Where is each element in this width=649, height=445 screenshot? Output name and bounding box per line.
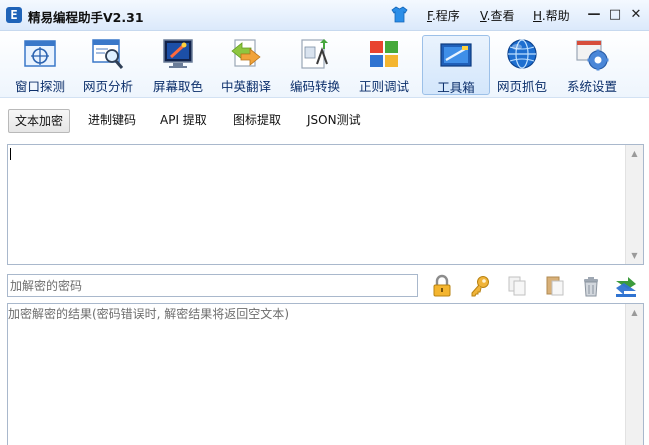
password-field[interactable] <box>7 274 418 297</box>
tab-text-encrypt[interactable]: 文本加密 <box>8 109 71 133</box>
maximize-button[interactable]: □ <box>606 6 624 24</box>
regex-debug-icon <box>370 41 398 67</box>
source-text-area[interactable]: ▲ ▼ <box>7 144 644 265</box>
source-scrollbar[interactable]: ▲ ▼ <box>625 145 643 264</box>
settings-icon <box>576 40 609 71</box>
tab-json-test[interactable]: JSON测试 <box>301 109 367 131</box>
globe-icon <box>507 39 537 69</box>
window-probe-icon <box>24 40 56 67</box>
toolbox-icon <box>440 43 472 67</box>
tool-toolbox[interactable]: 工具箱 <box>422 35 490 95</box>
tool-label: 编码转换 <box>289 79 340 94</box>
result-scrollbar[interactable]: ▲ <box>625 304 643 445</box>
scroll-up-arrow-icon[interactable]: ▲ <box>626 145 643 162</box>
menu-program-label: .程序 <box>431 9 460 23</box>
tool-label: 正则调试 <box>358 79 409 94</box>
window-title: 精易编程助手V2.31 <box>28 10 144 25</box>
function-tabs: 文本加密 进制键码 API 提取 图标提取 JSON测试 <box>0 98 649 140</box>
app-logo-icon: E <box>6 7 22 23</box>
menu-program[interactable]: F.程序 <box>427 7 460 24</box>
result-text-area[interactable]: 加密解密的结果(密码错误时, 解密结果将返回空文本) ▲ <box>7 303 644 445</box>
tab-radix-keycode[interactable]: 进制键码 <box>82 109 142 131</box>
tool-translate[interactable]: 中英翻译 <box>213 34 279 95</box>
menu-help[interactable]: H.帮助 <box>533 7 570 24</box>
menu-help-label: .帮助 <box>541 9 570 23</box>
menu-help-key: H <box>533 9 542 23</box>
menu-view-label: .查看 <box>486 9 515 23</box>
web-analysis-icon <box>92 39 124 69</box>
tab-api-extract[interactable]: API 提取 <box>154 109 213 131</box>
tool-label: 网页分析 <box>82 79 133 94</box>
color-picker-icon <box>163 39 193 68</box>
menu-view[interactable]: V.查看 <box>480 7 515 24</box>
tool-web-analysis[interactable]: 网页分析 <box>75 34 141 95</box>
tool-window-probe[interactable]: 窗口探测 <box>7 34 73 95</box>
tool-label: 窗口探测 <box>14 79 65 94</box>
close-button[interactable]: ✕ <box>627 6 645 24</box>
encoding-convert-icon <box>301 39 328 69</box>
tool-label: 屏幕取色 <box>152 79 203 94</box>
minimize-button[interactable]: — <box>585 6 603 24</box>
translate-icon <box>231 39 261 67</box>
skin-shirt-icon[interactable] <box>391 6 408 23</box>
tool-encoding-convert[interactable]: 编码转换 <box>282 34 348 95</box>
copy-icon[interactable] <box>505 274 529 298</box>
tool-packet-capture[interactable]: 网页抓包 <box>489 34 555 95</box>
title-bar[interactable]: E 精易编程助手V2.31 F.程序 V.查看 H.帮助 — □ ✕ <box>0 0 649 31</box>
tool-label: 中英翻译 <box>220 79 271 94</box>
swap-icon[interactable] <box>614 274 638 298</box>
scroll-down-arrow-icon[interactable]: ▼ <box>626 247 643 264</box>
tool-label: 工具箱 <box>437 80 475 95</box>
tool-system-settings[interactable]: 系统设置 <box>559 34 625 95</box>
main-window: E 精易编程助手V2.31 F.程序 V.查看 H.帮助 — □ ✕ 窗口探测 <box>0 0 649 445</box>
result-placeholder: 加密解密的结果(密码错误时, 解密结果将返回空文本) <box>8 307 289 321</box>
lock-icon[interactable] <box>430 274 454 298</box>
paste-icon[interactable] <box>543 274 567 298</box>
tool-label: 网页抓包 <box>496 79 547 94</box>
text-caret <box>10 148 11 160</box>
tool-color-picker[interactable]: 屏幕取色 <box>145 34 211 95</box>
key-icon[interactable] <box>468 274 492 298</box>
password-input[interactable] <box>8 276 412 295</box>
tool-label: 系统设置 <box>566 79 617 94</box>
tool-regex-debug[interactable]: 正则调试 <box>351 34 417 95</box>
main-toolbar: 窗口探测 网页分析 屏幕取色 中英翻译 编码转换 正则调试 工具箱 网页抓包 系… <box>0 31 649 98</box>
trash-icon[interactable] <box>579 274 603 298</box>
menu-view-key: V <box>480 9 487 23</box>
tab-icon-extract[interactable]: 图标提取 <box>227 109 287 131</box>
scroll-up-arrow-icon[interactable]: ▲ <box>626 304 643 321</box>
